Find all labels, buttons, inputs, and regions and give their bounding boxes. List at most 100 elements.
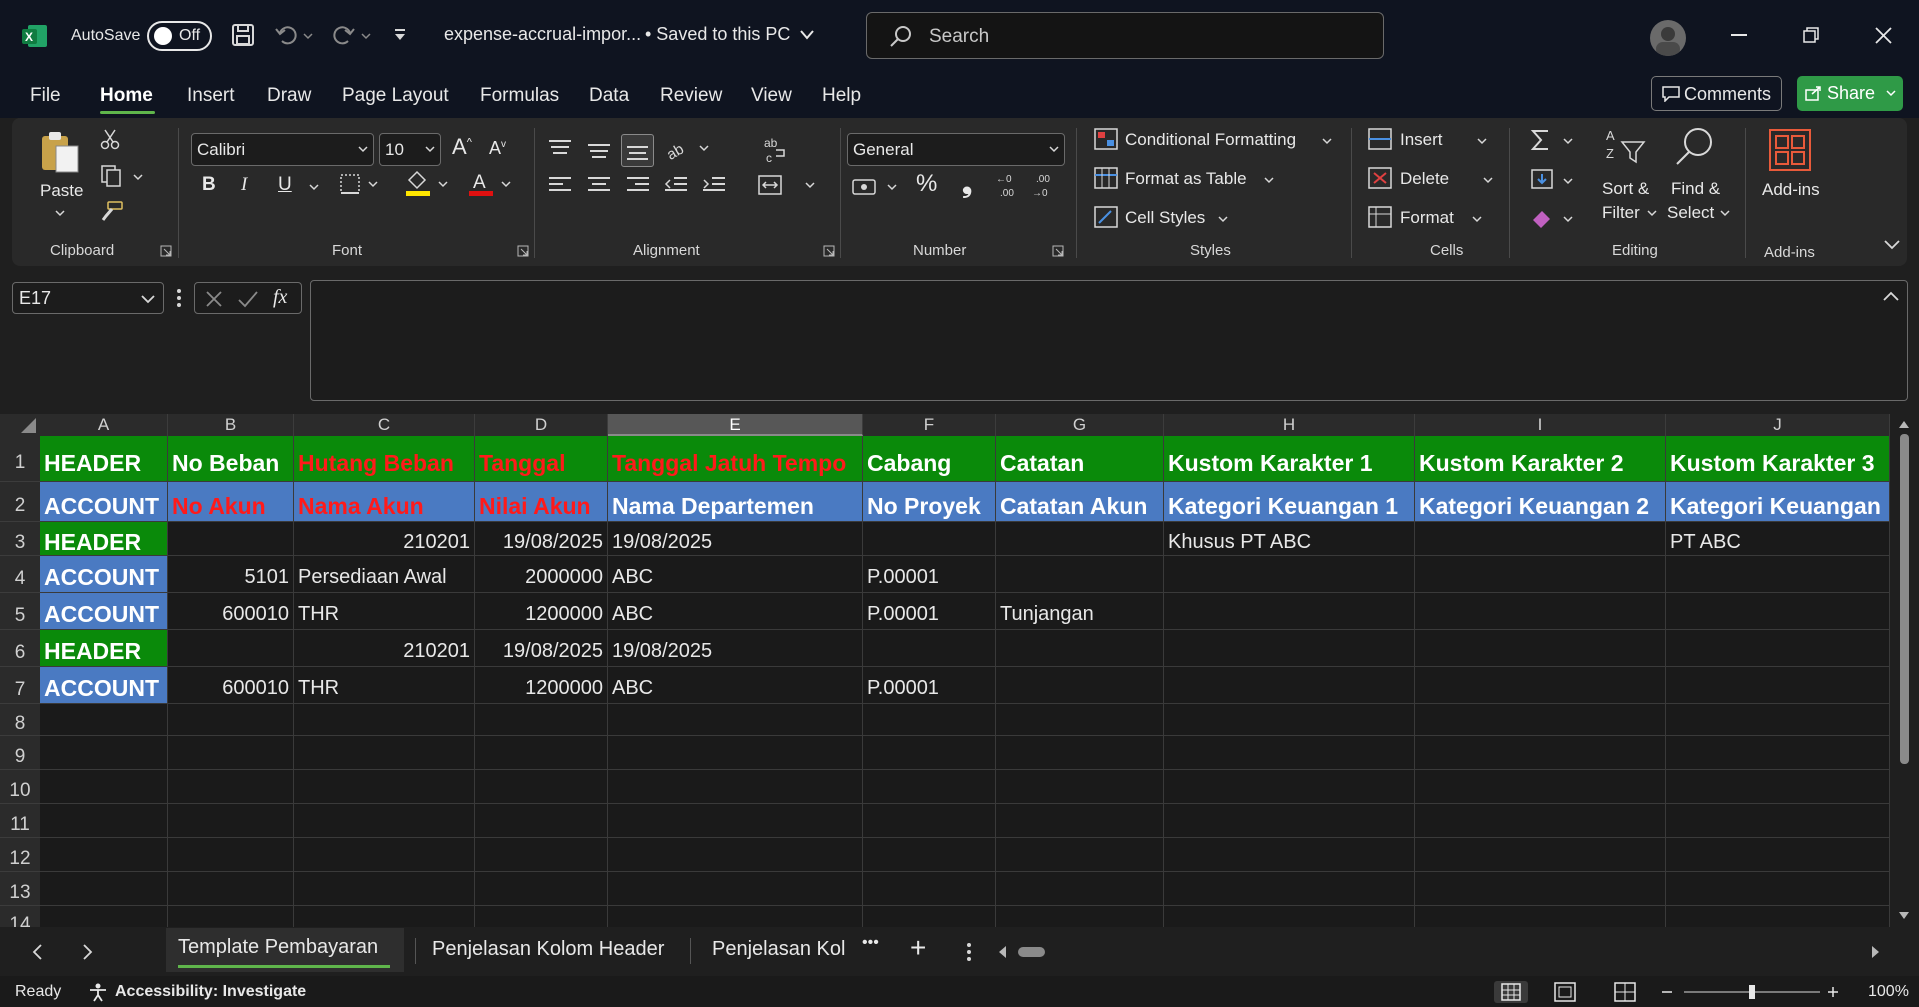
conditional-formatting-icon[interactable] — [1094, 128, 1118, 150]
cell-j10[interactable] — [1666, 770, 1890, 804]
tab-review[interactable]: Review — [660, 85, 722, 107]
cell-c8[interactable] — [294, 704, 475, 736]
cell-i10[interactable] — [1415, 770, 1666, 804]
accessibility-status[interactable]: Accessibility: Investigate — [115, 983, 306, 1001]
increase-decimal-icon[interactable]: ←0.00 — [994, 171, 1022, 199]
increase-font-size-icon[interactable]: A^ — [452, 134, 472, 160]
comments-button[interactable]: Comments — [1651, 76, 1782, 111]
cell-d12[interactable] — [475, 838, 608, 872]
number-format-dropdown[interactable]: General — [847, 133, 1065, 166]
clear-icon[interactable] — [1530, 206, 1576, 230]
tab-draw[interactable]: Draw — [267, 85, 311, 107]
cell-h7[interactable] — [1164, 667, 1415, 704]
cell-i9[interactable] — [1415, 736, 1666, 770]
column-header-h[interactable]: H — [1164, 414, 1415, 436]
row-header-5[interactable]: 5 — [0, 593, 40, 630]
paste-icon[interactable] — [40, 130, 82, 174]
cell-d14[interactable] — [475, 906, 608, 927]
cell-b11[interactable] — [168, 804, 294, 838]
more-options-icon[interactable] — [967, 942, 971, 962]
cell-f3[interactable] — [863, 522, 996, 556]
cell-b8[interactable] — [168, 704, 294, 736]
cell-c12[interactable] — [294, 838, 475, 872]
cell-c14[interactable] — [294, 906, 475, 927]
column-header-b[interactable]: B — [168, 414, 294, 436]
column-header-g[interactable]: G — [996, 414, 1164, 436]
avatar[interactable] — [1650, 20, 1686, 56]
chevron-down-icon[interactable] — [55, 210, 65, 217]
dialog-launcher-icon[interactable] — [517, 245, 529, 257]
font-name-dropdown[interactable]: Calibri — [191, 133, 374, 166]
page-break-view-icon[interactable] — [1614, 982, 1636, 1002]
row-header-3[interactable]: 3 — [0, 522, 40, 556]
delete-cells-icon[interactable] — [1368, 167, 1392, 189]
format-as-table-icon[interactable] — [1094, 167, 1118, 189]
row-header-9[interactable]: 9 — [0, 736, 40, 770]
cell-g1[interactable]: Catatan — [996, 436, 1164, 482]
format-cells-icon[interactable] — [1368, 206, 1392, 228]
cell-a10[interactable] — [40, 770, 168, 804]
cell-styles-button[interactable]: Cell Styles — [1125, 208, 1205, 228]
sort-filter-label-2[interactable]: Filter — [1602, 203, 1640, 223]
tab-data[interactable]: Data — [589, 85, 629, 107]
copy-icon[interactable] — [100, 164, 144, 188]
autosave-toggle[interactable]: Off — [147, 21, 212, 51]
column-header-j[interactable]: J — [1666, 414, 1890, 436]
cell-f9[interactable] — [863, 736, 996, 770]
font-color-icon[interactable]: A — [468, 170, 512, 198]
cell-i13[interactable] — [1415, 872, 1666, 906]
dialog-launcher-icon[interactable] — [1052, 245, 1064, 257]
autosum-icon[interactable] — [1530, 128, 1576, 152]
cell-j13[interactable] — [1666, 872, 1890, 906]
cell-i4[interactable] — [1415, 556, 1666, 593]
cell-f10[interactable] — [863, 770, 996, 804]
tab-formulas[interactable]: Formulas — [480, 85, 559, 107]
cell-d9[interactable] — [475, 736, 608, 770]
cell-f5[interactable]: P.00001 — [863, 593, 996, 630]
vertical-scrollbar[interactable] — [1890, 414, 1919, 927]
cell-f7[interactable]: P.00001 — [863, 667, 996, 704]
increase-indent-icon[interactable] — [702, 177, 726, 195]
cell-j12[interactable] — [1666, 838, 1890, 872]
cell-j11[interactable] — [1666, 804, 1890, 838]
cell-c2[interactable]: Nama Akun — [294, 482, 475, 522]
cell-d13[interactable] — [475, 872, 608, 906]
cell-e5[interactable]: ABC — [608, 593, 863, 630]
file-name[interactable]: expense-accrual-impor... — [444, 24, 641, 45]
tab-view[interactable]: View — [751, 85, 792, 107]
cell-i5[interactable] — [1415, 593, 1666, 630]
chevron-down-icon[interactable] — [1647, 210, 1657, 217]
paste-label[interactable]: Paste — [40, 181, 83, 201]
row-header-7[interactable]: 7 — [0, 667, 40, 704]
cell-h2[interactable]: Kategori Keuangan 1 — [1164, 482, 1415, 522]
row-header-8[interactable]: 8 — [0, 704, 40, 736]
align-bottom-icon[interactable] — [621, 134, 654, 167]
cell-h13[interactable] — [1164, 872, 1415, 906]
dialog-launcher-icon[interactable] — [160, 245, 172, 257]
customize-toolbar-icon[interactable] — [393, 28, 407, 42]
row-header-14[interactable]: 14 — [0, 906, 40, 927]
cell-g3[interactable] — [996, 522, 1164, 556]
chevron-down-icon[interactable] — [800, 30, 814, 40]
cell-g5[interactable]: Tunjangan — [996, 593, 1164, 630]
cell-g7[interactable] — [996, 667, 1164, 704]
cell-b12[interactable] — [168, 838, 294, 872]
cell-d8[interactable] — [475, 704, 608, 736]
cell-b3[interactable] — [168, 522, 294, 556]
redo-icon[interactable] — [332, 23, 372, 47]
cell-i14[interactable] — [1415, 906, 1666, 927]
accessibility-icon[interactable] — [88, 982, 108, 1002]
decrease-indent-icon[interactable] — [664, 177, 688, 195]
cell-e13[interactable] — [608, 872, 863, 906]
cell-d1[interactable]: Tanggal — [475, 436, 608, 482]
cell-g10[interactable] — [996, 770, 1164, 804]
sort-filter-label-1[interactable]: Sort & — [1602, 179, 1649, 199]
cell-d5[interactable]: 1200000 — [475, 593, 608, 630]
row-header-12[interactable]: 12 — [0, 838, 40, 872]
align-left-icon[interactable] — [548, 177, 572, 195]
chevron-down-icon[interactable] — [1483, 177, 1493, 184]
cell-e8[interactable] — [608, 704, 863, 736]
chevron-down-icon[interactable] — [1472, 216, 1482, 223]
insert-cells-icon[interactable] — [1368, 128, 1392, 150]
format-painter-icon[interactable] — [100, 200, 124, 222]
